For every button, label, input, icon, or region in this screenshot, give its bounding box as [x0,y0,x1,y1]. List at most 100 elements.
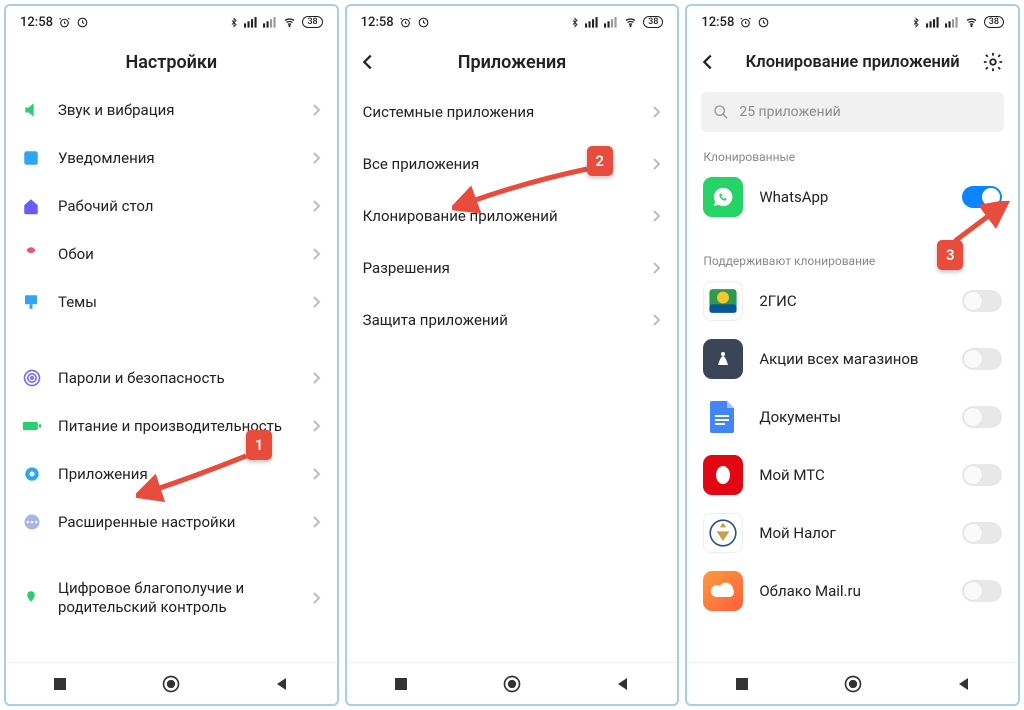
row-security[interactable]: Пароли и безопасность [6,354,337,402]
wifi-icon [623,16,638,28]
mts-icon [703,455,743,495]
annotation-badge-1: 1 [246,430,272,460]
screen-clone-apps: 12:58 38 Клонирование приложений 25 прил… [685,4,1020,706]
alarm-icon [739,16,752,29]
nav-back-icon[interactable] [956,676,972,692]
screen-settings: 12:58 38 Настройки Звук и вибрация Уведо… [4,4,339,706]
wifi-icon [964,16,979,28]
more-icon [22,512,42,532]
app-label: Акции всех магазинов [759,350,946,368]
alarm-icon [58,16,71,29]
row-power[interactable]: Питание и производительность [6,402,337,450]
nav-home-icon[interactable] [502,674,522,694]
row-label: Пароли и безопасность [58,369,311,387]
row-app-protection[interactable]: Защита приложений [347,294,678,346]
nav-home-icon[interactable] [843,674,863,694]
back-button[interactable] [357,38,379,86]
nav-bar [687,662,1018,704]
theme-icon [22,293,40,311]
nav-home-icon[interactable] [161,674,181,694]
bluetooth-icon [570,16,580,29]
screen-title-bar: Клонирование приложений [687,38,1018,86]
row-label: Расширенные настройки [58,513,311,531]
status-time: 12:58 [701,15,734,30]
status-bar: 12:58 38 [347,6,678,38]
app-row-sales[interactable]: Акции всех магазинов [687,330,1018,388]
annotation-badge-3: 3 [937,240,963,270]
row-wellbeing[interactable]: Цифровое благополучие и родительский кон… [6,574,337,622]
nav-recent-icon[interactable] [393,676,409,692]
search-placeholder: 25 приложений [739,104,840,120]
signal-icon [926,16,940,28]
bluetooth-icon [911,16,921,29]
row-wallpaper[interactable]: Обои [6,230,337,278]
clock-icon [417,16,430,29]
battery-icon: 38 [643,16,663,28]
row-label: Системные приложения [363,103,652,121]
annotation-arrow-1 [136,446,256,506]
app-row-nalog[interactable]: Мой Налог [687,504,1018,562]
sound-icon [22,100,42,120]
status-bar: 12:58 38 [6,6,337,38]
nav-recent-icon[interactable] [734,676,750,692]
bluetooth-icon [229,16,239,29]
whatsapp-icon [703,177,743,217]
nav-bar [6,662,337,704]
battery-icon: 38 [302,16,322,28]
settings-button[interactable] [982,38,1004,86]
app-row-docs[interactable]: Документы [687,388,1018,446]
nav-recent-icon[interactable] [52,676,68,692]
oblako-icon [703,571,743,611]
toggle-mts[interactable] [962,464,1002,486]
app-row-oblako[interactable]: Облако Mail.ru [687,562,1018,620]
battery-perf-icon [22,419,42,433]
row-label: Темы [58,293,311,311]
toggle-2gis[interactable] [962,290,1002,312]
nav-back-icon[interactable] [274,676,290,692]
signal2-icon [263,16,277,28]
row-system-apps[interactable]: Системные приложения [347,86,678,138]
clock-icon [76,16,89,29]
toggle-docs[interactable] [962,406,1002,428]
gear-icon [22,464,42,484]
row-label: Питание и производительность [58,417,311,436]
screen-apps: 12:58 38 Приложения Системные приложения… [345,4,680,706]
chevron-left-icon [357,51,379,73]
row-themes[interactable]: Темы [6,278,337,326]
alarm-icon [399,16,412,29]
app-label: Документы [759,408,946,426]
2gis-icon [703,281,743,321]
toggle-sales[interactable] [962,348,1002,370]
nav-back-icon[interactable] [615,676,631,692]
notification-icon [22,149,40,167]
gear-icon [982,51,1004,73]
row-sound[interactable]: Звук и вибрация [6,86,337,134]
search-icon [713,104,729,120]
row-label: Уведомления [58,149,311,167]
row-label: Защита приложений [363,311,652,329]
docs-icon [703,397,743,437]
row-label: Рабочий стол [58,197,311,215]
row-permissions[interactable]: Разрешения [347,242,678,294]
app-label: 2ГИС [759,292,946,310]
app-label: Мой МТС [759,466,946,484]
row-label: Цифровое благополучие и родительский кон… [58,579,311,617]
row-label: Разрешения [363,259,652,277]
clock-icon [757,16,770,29]
fingerprint-icon [22,368,42,388]
page-title: Приложения [458,52,566,73]
search-input[interactable]: 25 приложений [701,92,1004,132]
app-row-2gis[interactable]: 2ГИС [687,272,1018,330]
back-button[interactable] [697,38,719,86]
toggle-oblako[interactable] [962,580,1002,602]
home-icon [22,197,40,215]
app-label: Облако Mail.ru [759,582,946,600]
wallpaper-icon [22,245,40,263]
row-desktop[interactable]: Рабочий стол [6,182,337,230]
toggle-nalog[interactable] [962,522,1002,544]
app-label: Мой Налог [759,524,946,542]
page-title: Настройки [125,52,217,73]
app-row-mts[interactable]: Мой МТС [687,446,1018,504]
row-notifications[interactable]: Уведомления [6,134,337,182]
signal-icon [585,16,599,28]
